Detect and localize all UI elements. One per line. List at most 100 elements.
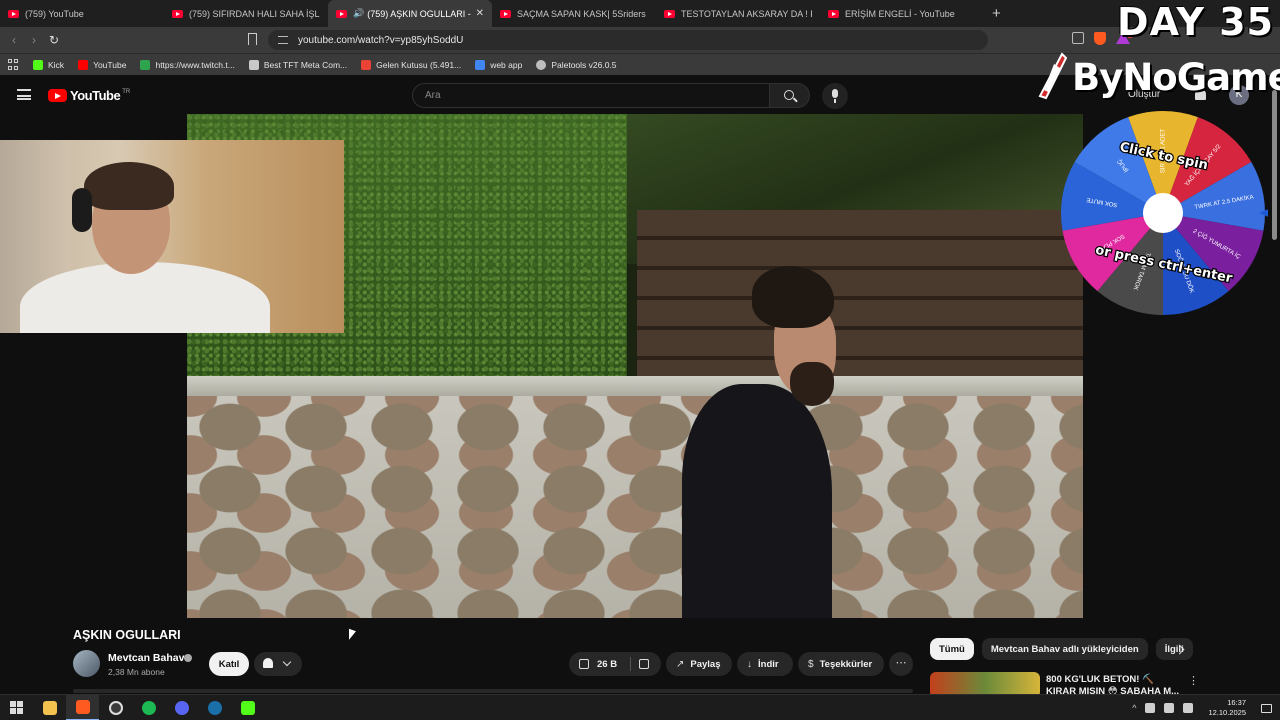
page-scrollbar[interactable] (1272, 90, 1277, 240)
youtube-play-icon (48, 89, 67, 102)
bookmark-gmail[interactable]: Gelen Kutusu (5.491... (361, 59, 461, 70)
share-label: Paylaş (690, 658, 721, 670)
search-icon (784, 90, 794, 100)
verified-badge-icon (184, 654, 192, 662)
windows-logo-icon (9, 700, 24, 715)
share-icon: ↗ (676, 658, 685, 670)
browser-tab-bar: (759) YouTube (759) SIFIRDAN HALI SAHA İ… (0, 0, 1280, 27)
browser-tab[interactable]: TESTOTAYLAN AKSARAY DA ! PESDR... (656, 0, 820, 27)
bookmark-web-app[interactable]: web app (475, 59, 522, 70)
taskbar-discord[interactable] (165, 695, 198, 720)
sponsor-logo: ByNoGame (1032, 50, 1280, 102)
like-dislike-group: 26 B (569, 652, 661, 676)
paletools-icon (536, 59, 547, 70)
url-field[interactable]: youtube.com/watch?v=yp85yhSoddU (268, 30, 988, 50)
voice-search-icon[interactable] (822, 83, 848, 109)
brave-shields-icon[interactable] (1094, 32, 1106, 45)
globe-icon (475, 59, 486, 70)
streamer-app-icon (240, 700, 255, 715)
bookmark-page-icon[interactable] (248, 33, 257, 45)
taskbar-spotify[interactable] (132, 695, 165, 720)
tab-title: ERİŞİM ENGELİ - YouTube (845, 8, 955, 19)
video-menu-icon[interactable]: ⋮ (1188, 674, 1199, 687)
apps-grid-icon[interactable] (8, 59, 19, 70)
sheet-icon (140, 59, 151, 70)
youtube-favicon-icon (336, 9, 347, 18)
spin-wheel[interactable]: SIR ATA 1 ADET YAĞ İÇME ÇAY 5/2 TWRK AT 2.… (1058, 108, 1268, 318)
brand-mark-icon (1038, 52, 1068, 100)
download-button[interactable]: ↓ İndir (737, 652, 793, 676)
youtube-logo[interactable]: YouTube TR (48, 88, 130, 103)
brave-icon (75, 699, 90, 714)
start-button[interactable] (0, 695, 33, 720)
dislike-icon[interactable] (639, 659, 649, 669)
bookmark-kick[interactable]: Kick (33, 59, 64, 70)
gmail-icon (361, 59, 372, 70)
youtube-favicon-icon (172, 9, 183, 18)
super-thanks-icon: $ (808, 658, 814, 670)
close-tab-icon[interactable]: ✕ (476, 8, 484, 19)
download-icon: ↓ (747, 658, 752, 670)
wheel-hub[interactable] (1143, 193, 1183, 233)
mouse-cursor-icon (349, 628, 356, 643)
tab-title: (759) YouTube (25, 8, 84, 19)
spin-wheel-graphic: SIR ATA 1 ADET YAĞ İÇME ÇAY 5/2TWRK AT 2.… (1061, 111, 1268, 315)
stream-day-counter: DAY 35 (1117, 0, 1274, 44)
like-count[interactable]: 26 B (597, 659, 617, 670)
browser-tab-active[interactable]: 🔊 (759) AŞKIN OGULLARI - YouTube ✕ (328, 0, 492, 27)
channel-avatar[interactable] (73, 650, 100, 677)
bell-icon (263, 658, 273, 668)
network-icon[interactable] (1164, 703, 1175, 713)
back-icon[interactable]: ‹ (4, 33, 24, 47)
reload-icon[interactable]: ↻ (44, 33, 64, 47)
volume-icon[interactable] (1183, 703, 1194, 713)
browser-tab[interactable]: SAÇMA SAPAN KASK| 5Sriders | Mot... (492, 0, 656, 27)
more-actions-button[interactable]: ⋯ (889, 652, 913, 676)
chip-from-uploader[interactable]: Mevtcan Bahav adlı yükleyiciden (981, 638, 1148, 660)
browser-tab[interactable]: (759) SIFIRDAN HALI SAHA İŞLETME... (164, 0, 328, 27)
taskbar-file-explorer[interactable] (33, 695, 66, 720)
spotify-icon (141, 700, 156, 715)
brand-name: ByNoGame (1072, 56, 1280, 99)
like-icon[interactable] (579, 659, 589, 669)
subscribed-notifications-button[interactable] (254, 652, 302, 676)
forward-icon[interactable]: › (24, 33, 44, 47)
streamer-webcam (0, 140, 344, 333)
bookmark-youtube[interactable]: YouTube (78, 59, 126, 70)
join-button[interactable]: Katıl (209, 652, 249, 676)
cast-icon[interactable] (1072, 32, 1084, 44)
video-frame-stone-wall (187, 396, 1083, 618)
taskbar-brave[interactable] (66, 694, 99, 720)
notification-center-icon[interactable] (1261, 703, 1272, 713)
tab-title: SAÇMA SAPAN KASK| 5Sriders | Mot... (517, 8, 648, 19)
search-button[interactable] (770, 83, 810, 108)
download-label: İndir (758, 658, 779, 670)
speaker-icon[interactable]: 🔊 (353, 8, 364, 19)
search-input[interactable]: Ara (412, 83, 770, 108)
system-tray: ^ 16:37 12.10.2025 (1132, 695, 1280, 720)
obs-icon (108, 700, 123, 715)
video-frame-ledge (187, 376, 1083, 398)
bookmark-paletools[interactable]: Paletools v26.0.5 (536, 59, 617, 70)
thanks-button[interactable]: $ Teşekkürler (798, 652, 884, 676)
bookmark-twitch[interactable]: https://www.twitch.t... (140, 59, 235, 70)
share-button[interactable]: ↗ Paylaş (666, 652, 732, 676)
bookmark-tft[interactable]: Best TFT Meta Com... (248, 59, 347, 70)
video-frame-person (682, 264, 842, 618)
tray-overflow-icon[interactable]: ^ (1132, 703, 1136, 713)
menu-icon[interactable] (17, 89, 31, 100)
taskbar-obs[interactable] (99, 695, 132, 720)
microphone-icon[interactable] (1145, 703, 1156, 713)
channel-name[interactable]: Mevtcan Bahav (108, 652, 184, 664)
clock[interactable]: 16:37 12.10.2025 (1208, 698, 1246, 718)
new-tab-icon[interactable]: + (992, 5, 1001, 22)
taskbar-steam[interactable] (198, 695, 231, 720)
site-info-icon[interactable] (278, 36, 288, 44)
taskbar-streamer-app[interactable] (231, 695, 264, 720)
browser-tab[interactable]: (759) YouTube (0, 0, 164, 27)
description-box[interactable] (73, 689, 913, 693)
browser-tab[interactable]: ERİŞİM ENGELİ - YouTube (820, 0, 984, 27)
recommendation-filter-chips: Tümü Mevtcan Bahav adlı yükleyiciden İlg… (930, 638, 1193, 660)
subscriber-count: 2,38 Mn abone (108, 667, 165, 677)
chip-all[interactable]: Tümü (930, 638, 974, 660)
